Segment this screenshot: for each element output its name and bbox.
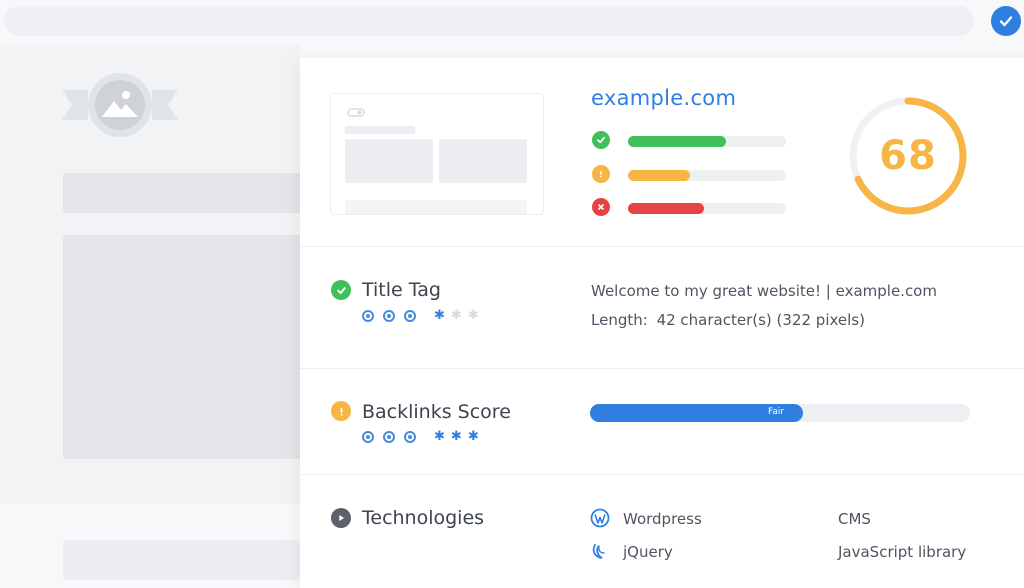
preview-footer	[345, 200, 527, 214]
check-icon	[592, 131, 610, 149]
warning-icon	[592, 165, 610, 183]
error-bar-row	[592, 198, 792, 216]
url-bar[interactable]	[4, 6, 974, 36]
title-tag-ratings: ✱ ✱ ✱	[362, 309, 485, 323]
length-label: Length:	[591, 311, 648, 329]
preview-box	[345, 139, 433, 183]
warning-icon	[331, 401, 351, 421]
technologies-heading: Technologies	[362, 507, 485, 529]
gear-icon: ✱	[467, 308, 479, 323]
toggle-icon	[347, 108, 365, 117]
pass-bar-track	[628, 136, 786, 147]
backlinks-bar-track: Fair	[590, 404, 970, 422]
divider	[300, 246, 1024, 247]
gear-icon: ✱	[467, 429, 479, 444]
gear-icon: ✱	[434, 308, 445, 323]
domain-link[interactable]: example.com	[591, 86, 736, 110]
wordpress-icon	[590, 508, 610, 528]
preview-box	[439, 139, 527, 183]
importance-icon	[404, 431, 416, 443]
importance-icon	[404, 310, 416, 322]
tech-category: CMS	[838, 510, 871, 528]
backlinks-ratings: ✱ ✱ ✱	[362, 430, 485, 444]
check-badge-icon	[991, 6, 1021, 36]
importance-icon	[362, 310, 374, 322]
importance-icon	[383, 310, 395, 322]
check-icon	[331, 280, 351, 300]
pass-bar-row	[592, 131, 792, 149]
tech-name: Wordpress	[623, 510, 702, 528]
play-icon	[331, 508, 351, 528]
jquery-icon	[592, 544, 605, 559]
backlinks-heading: Backlinks Score	[362, 401, 511, 423]
error-bar-fill	[628, 203, 704, 214]
preview-line	[345, 126, 415, 134]
placeholder-footer	[63, 540, 303, 580]
backlinks-bar-label: Fair	[768, 407, 785, 417]
site-preview-thumbnail[interactable]	[330, 93, 544, 215]
title-length: Length: 42 character(s) (322 pixels)	[591, 311, 865, 329]
error-icon	[592, 198, 610, 216]
placeholder-bar	[63, 173, 303, 213]
placeholder-block	[63, 235, 303, 459]
gear-icon: ✱	[450, 429, 462, 444]
tech-category: JavaScript library	[838, 543, 967, 561]
warning-bar-fill	[628, 170, 690, 181]
gear-icon: ✱	[434, 429, 445, 444]
score-value: 68	[879, 133, 937, 179]
warning-bar-track	[628, 170, 786, 181]
divider	[300, 368, 1024, 369]
warning-bar-row	[592, 165, 792, 183]
gear-icon: ✱	[450, 308, 462, 323]
pass-bar-fill	[628, 136, 726, 147]
title-tag-text: Welcome to my great website! | example.c…	[591, 282, 937, 300]
image-badge-icon	[62, 73, 178, 137]
importance-icon	[383, 431, 395, 443]
length-value: 42 character(s) (322 pixels)	[656, 311, 865, 329]
tech-name: jQuery	[623, 543, 673, 561]
divider	[300, 474, 1024, 475]
title-tag-heading: Title Tag	[362, 279, 441, 301]
importance-icon	[362, 431, 374, 443]
error-bar-track	[628, 203, 786, 214]
